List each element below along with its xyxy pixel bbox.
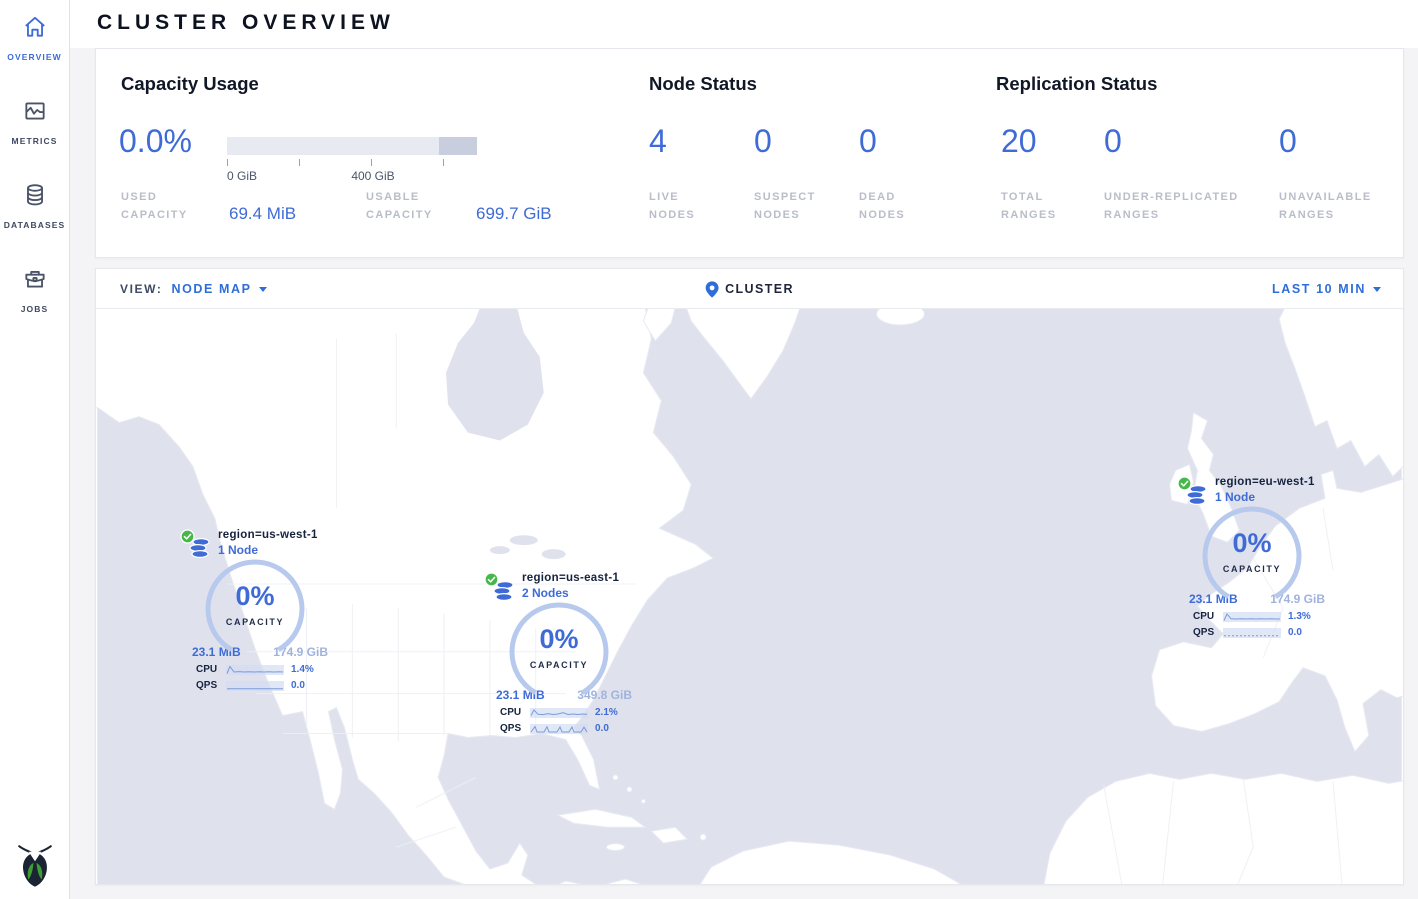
qps-value: 0.0 <box>595 723 609 734</box>
region-capacity-label: CAPACITY <box>203 617 307 627</box>
cpu-value: 1.4% <box>291 664 314 675</box>
region-marker-eu-west-1[interactable]: region=eu-west-1 1 Node 0% CAPACITY 23.1… <box>1177 476 1327 638</box>
qps-label: QPS <box>500 723 530 734</box>
node-status-title: Node Status <box>649 73 757 95</box>
sidebar-item-label: JOBS <box>21 304 49 314</box>
region-marker-us-west-1[interactable]: region=us-west-1 1 Node 0% CAPACITY 23.1… <box>180 529 330 691</box>
region-capacity-percent: 0% <box>203 581 307 612</box>
sidebar-item-label: METRICS <box>12 136 58 146</box>
capacity-ring: 0% CAPACITY <box>1200 504 1304 608</box>
sidebar-item-overview[interactable]: OVERVIEW <box>0 14 69 62</box>
capacity-used-percent: 0.0% <box>119 123 192 160</box>
region-capacity-percent: 0% <box>507 624 611 655</box>
cpu-value: 2.1% <box>595 707 618 718</box>
under-replicated-ranges-label: UNDER-REPLICATED RANGES <box>1104 189 1264 224</box>
suspect-nodes-value: 0 <box>754 123 772 160</box>
breadcrumb[interactable]: CLUSTER <box>705 269 794 309</box>
cpu-sparkline <box>530 708 588 718</box>
cpu-label: CPU <box>1193 611 1223 622</box>
cockroachdb-logo <box>16 844 54 893</box>
qps-sparkline <box>226 681 284 691</box>
usable-capacity-value: 699.7 GiB <box>476 204 552 224</box>
region-node-count: 1 Node <box>218 543 330 557</box>
chevron-down-icon <box>1373 287 1381 292</box>
dead-nodes-value: 0 <box>859 123 877 160</box>
qps-sparkline <box>530 724 588 734</box>
home-icon <box>22 14 48 45</box>
sidebar-item-label: OVERVIEW <box>7 52 61 62</box>
sidebar: OVERVIEW METRICS DATABASES <box>0 0 70 899</box>
world-map: region=us-west-1 1 Node 0% CAPACITY 23.1… <box>96 309 1403 884</box>
capacity-ring: 0% CAPACITY <box>507 600 611 704</box>
page-header: CLUSTER OVERVIEW <box>70 0 1418 48</box>
cpu-sparkline <box>226 665 284 675</box>
sidebar-item-label: DATABASES <box>4 220 66 230</box>
region-capacity-percent: 0% <box>1200 528 1304 559</box>
cpu-sparkline <box>1223 612 1281 622</box>
region-capacity-label: CAPACITY <box>1200 564 1304 574</box>
cpu-label: CPU <box>196 664 226 675</box>
region-name: region=us-east-1 <box>522 572 634 584</box>
replication-status-title: Replication Status <box>996 73 1157 95</box>
capacity-usage-title: Capacity Usage <box>121 73 259 95</box>
view-label: VIEW: <box>120 282 162 296</box>
capacity-tick-0: 0 GiB <box>227 169 257 183</box>
suspect-nodes-label: SUSPECT NODES <box>754 189 834 224</box>
breadcrumb-cluster: CLUSTER <box>725 282 794 296</box>
capacity-tick-400: 400 GiB <box>351 169 394 183</box>
sidebar-item-metrics[interactable]: METRICS <box>0 98 69 146</box>
qps-label: QPS <box>196 680 226 691</box>
used-capacity-label: USED CAPACITY <box>121 189 213 224</box>
time-range-value: LAST 10 MIN <box>1272 282 1366 296</box>
databases-icon <box>22 182 48 213</box>
chevron-down-icon <box>259 287 267 292</box>
region-marker-us-east-1[interactable]: region=us-east-1 2 Nodes 0% CAPACITY 23.… <box>484 572 634 734</box>
total-ranges-value: 20 <box>1001 123 1037 160</box>
capacity-bar <box>227 137 477 155</box>
view-selector-value: NODE MAP <box>171 282 251 296</box>
sidebar-item-jobs[interactable]: JOBS <box>0 266 69 314</box>
qps-value: 0.0 <box>1288 627 1302 638</box>
capacity-bar-reserved <box>439 137 477 155</box>
cpu-value: 1.3% <box>1288 611 1311 622</box>
node-map-panel: VIEW: NODE MAP CLUSTER LAST 10 MIN <box>95 268 1404 885</box>
live-nodes-value: 4 <box>649 123 667 160</box>
qps-sparkline <box>1223 628 1281 638</box>
jobs-icon <box>22 266 48 297</box>
capacity-ring: 0% CAPACITY <box>203 557 307 661</box>
used-capacity-value: 69.4 MiB <box>229 204 296 224</box>
unavailable-ranges-label: UNAVAILABLE RANGES <box>1279 189 1399 224</box>
sidebar-item-databases[interactable]: DATABASES <box>0 182 69 230</box>
region-name: region=eu-west-1 <box>1215 476 1327 488</box>
map-toolbar: VIEW: NODE MAP CLUSTER LAST 10 MIN <box>96 269 1403 309</box>
metrics-icon <box>22 98 48 129</box>
view-selector-dropdown[interactable]: NODE MAP <box>171 282 266 296</box>
page-title: CLUSTER OVERVIEW <box>97 11 395 35</box>
qps-value: 0.0 <box>291 680 305 691</box>
map-pin-icon <box>705 281 718 298</box>
dead-nodes-label: DEAD NODES <box>859 189 939 224</box>
main-content: CLUSTER OVERVIEW Capacity Usage 0.0% 0 G… <box>70 0 1418 899</box>
region-name: region=us-west-1 <box>218 529 330 541</box>
unavailable-ranges-value: 0 <box>1279 123 1297 160</box>
cluster-summary-panel: Capacity Usage 0.0% 0 GiB 400 GiB USED C… <box>95 48 1404 258</box>
cpu-label: CPU <box>500 707 530 718</box>
region-node-count: 2 Nodes <box>522 586 634 600</box>
region-capacity-label: CAPACITY <box>507 660 611 670</box>
total-ranges-label: TOTAL RANGES <box>1001 189 1091 224</box>
live-nodes-label: LIVE NODES <box>649 189 729 224</box>
region-node-count: 1 Node <box>1215 490 1327 504</box>
qps-label: QPS <box>1193 627 1223 638</box>
usable-capacity-label: USABLE CAPACITY <box>366 189 458 224</box>
time-range-dropdown[interactable]: LAST 10 MIN <box>1272 269 1381 309</box>
under-replicated-ranges-value: 0 <box>1104 123 1122 160</box>
